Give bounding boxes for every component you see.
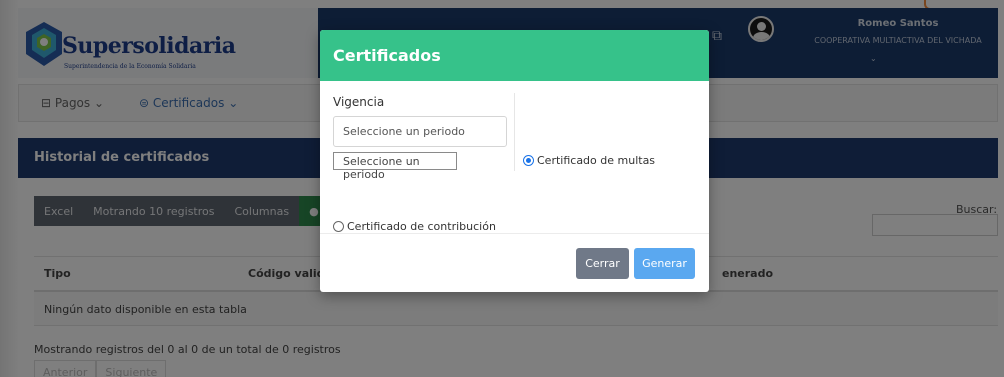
radio-label: Certificado de multas bbox=[537, 154, 656, 167]
modal-body: Vigencia Seleccione un periodo Seleccion… bbox=[320, 81, 709, 234]
divider bbox=[514, 93, 515, 171]
radio-button-selected[interactable] bbox=[523, 155, 534, 166]
generate-button[interactable]: Generar bbox=[634, 248, 695, 279]
modal-title: Certificados bbox=[320, 30, 709, 81]
vigencia-label: Vigencia bbox=[333, 95, 385, 109]
radio-contribucion[interactable]: Certificado de contribución bbox=[333, 220, 496, 233]
period-button[interactable]: Seleccione un periodo bbox=[333, 152, 457, 181]
close-button[interactable]: Cerrar bbox=[576, 248, 629, 279]
radio-label: Certificado de contribución bbox=[347, 220, 496, 233]
radio-button[interactable] bbox=[333, 221, 344, 232]
certificados-modal: Certificados Vigencia Seleccione un peri… bbox=[320, 30, 709, 292]
period-select[interactable]: Seleccione un periodo bbox=[333, 116, 507, 147]
radio-multas[interactable]: Certificado de multas bbox=[523, 154, 655, 167]
